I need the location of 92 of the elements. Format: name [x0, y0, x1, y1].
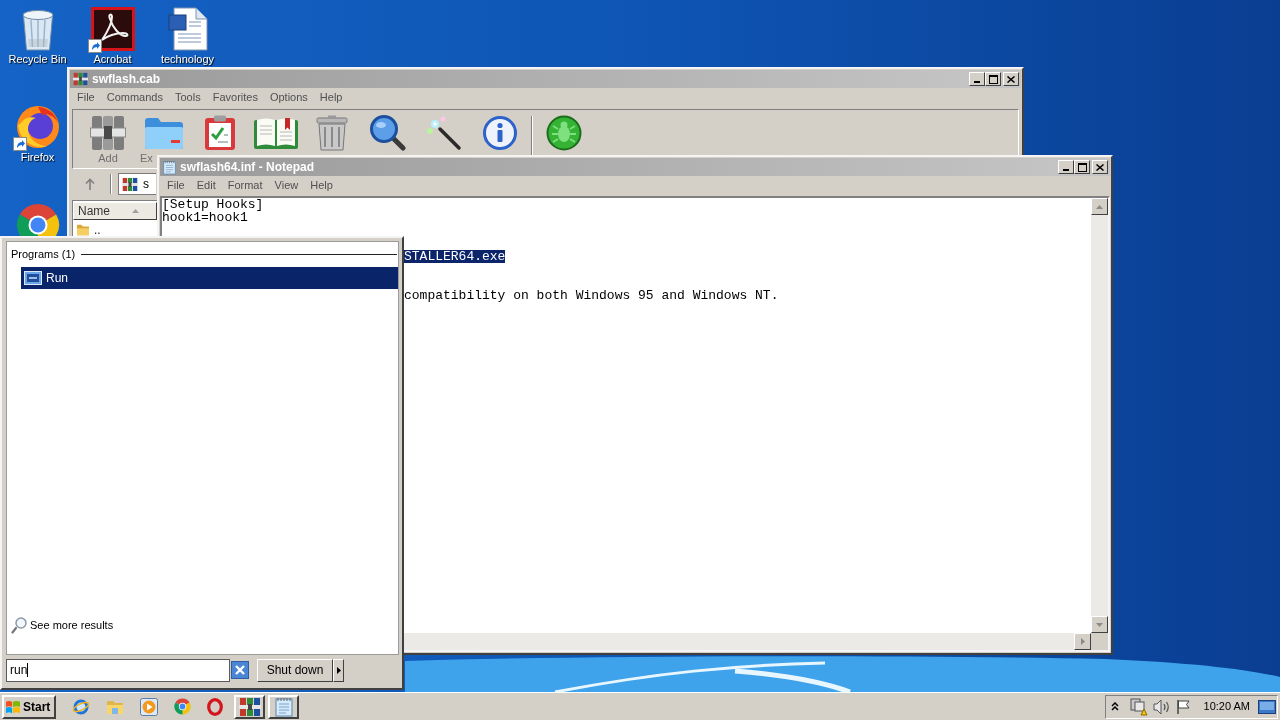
search-result-item[interactable]: Run [21, 267, 398, 289]
group-heading: Programs (1) [11, 248, 76, 261]
close-icon [235, 665, 245, 675]
close-button[interactable] [1092, 160, 1108, 174]
maximize-button[interactable] [985, 72, 1001, 86]
close-icon [1007, 75, 1015, 83]
search-icon [11, 617, 27, 634]
see-more-results-link[interactable]: See more results [11, 617, 114, 634]
flag-icon[interactable] [1175, 698, 1192, 715]
clock[interactable]: 10:20 AM [1203, 698, 1250, 715]
archive-icon [122, 176, 138, 192]
desktop-icon-label[interactable]: technology [160, 53, 215, 65]
window-title: swflash.cab [92, 72, 161, 86]
close-button[interactable] [1003, 72, 1019, 86]
caret-down-icon [1096, 622, 1103, 627]
folder-icon [144, 116, 184, 150]
start-flag-icon [5, 699, 21, 714]
globe-icon[interactable] [15, 105, 60, 149]
menu-item[interactable]: File [71, 90, 101, 105]
taskbar-button[interactable] [268, 694, 299, 719]
show-desktop-icon[interactable] [1258, 699, 1276, 714]
clear-search-button[interactable] [231, 661, 249, 679]
text-line: compatibility on both Windows 95 and Windows NT. [404, 289, 779, 302]
vertical-scrollbar[interactable] [1091, 198, 1108, 633]
caret-right-icon [336, 666, 341, 674]
window-title: swflash64.inf - Notepad [180, 160, 315, 174]
folder-icon [76, 224, 90, 236]
selected-text: STALLER64.exe [404, 250, 506, 263]
caret-up-icon [1096, 204, 1103, 209]
scroll-right-button[interactable] [1074, 633, 1091, 650]
swirl-tile-icon[interactable] [90, 7, 135, 51]
menu-item[interactable]: File [161, 178, 191, 193]
desktop-icon-label[interactable]: Acrobat [93, 53, 132, 65]
minimize-button[interactable] [969, 72, 985, 86]
menu-item[interactable]: View [268, 178, 305, 193]
info-icon [483, 116, 517, 150]
column-header[interactable]: Name [73, 202, 157, 220]
address-field[interactable]: s [118, 173, 156, 195]
text-line: [Setup Hooks] [162, 198, 264, 211]
close-icon [1096, 163, 1104, 171]
file-row[interactable]: .. [73, 222, 153, 238]
network-warning-icon[interactable] [1129, 697, 1148, 716]
menu-item[interactable]: Edit [190, 178, 222, 193]
minimize-icon [974, 81, 980, 83]
ring-orbit-icon[interactable] [72, 697, 90, 716]
toolbar-button-label[interactable]: Add [98, 152, 118, 165]
archive-icon [238, 696, 261, 717]
run-window-icon [24, 271, 42, 285]
menu-item[interactable]: Help [313, 90, 349, 105]
caret-right-icon [1080, 638, 1085, 645]
text-line: hook1=hook1 [162, 211, 248, 224]
search-field[interactable]: run [6, 658, 230, 682]
bug-icon [546, 115, 582, 151]
clipboard-check-icon [204, 115, 236, 151]
scroll-up-button[interactable] [1091, 198, 1108, 215]
notepad-icon [274, 696, 293, 717]
document-icon[interactable] [167, 7, 208, 51]
menu-item[interactable]: Tools [169, 90, 207, 105]
circle-logo-icon[interactable] [174, 698, 191, 715]
arrow-up-icon [85, 178, 95, 190]
scroll-down-button[interactable] [1091, 616, 1108, 633]
notepad-icon [163, 159, 176, 175]
magnifier-icon [370, 115, 406, 151]
play-icon[interactable] [140, 697, 158, 716]
ring-icon[interactable] [207, 697, 223, 716]
desktop-icon-label[interactable]: Recycle Bin [8, 53, 67, 65]
menu-item[interactable]: Format [221, 178, 269, 193]
trash-icon [316, 115, 348, 151]
menu-item[interactable]: Favorites [206, 90, 264, 105]
shut-down-button[interactable]: Shut down [257, 658, 333, 682]
start-button[interactable]: Start [2, 694, 56, 719]
toolbar-button-label[interactable]: Ex [140, 152, 153, 165]
wand-icon [426, 115, 462, 151]
recycle-bin-icon[interactable] [21, 9, 54, 51]
archive-icon [73, 72, 88, 86]
text-cursor-icon [27, 663, 29, 677]
maximize-icon [988, 74, 998, 84]
desktop-icon-label[interactable]: Firefox [20, 151, 55, 163]
maximize-button[interactable] [1074, 160, 1090, 174]
menu-item[interactable]: Options [263, 90, 314, 105]
menu-item[interactable]: Commands [100, 90, 169, 105]
minimize-icon [1063, 169, 1069, 171]
chevron-up-icon [1110, 702, 1119, 711]
speaker-icon[interactable] [1152, 698, 1171, 715]
menu-item[interactable]: Help [304, 178, 339, 193]
taskbar-button[interactable] [234, 694, 265, 719]
minimize-button[interactable] [1058, 160, 1074, 174]
archive-icon [90, 115, 126, 151]
shut-down-options-button[interactable] [333, 658, 344, 682]
show-hidden-icons-button[interactable] [1110, 702, 1119, 711]
maximize-icon [1077, 162, 1087, 172]
book-icon [254, 117, 298, 149]
